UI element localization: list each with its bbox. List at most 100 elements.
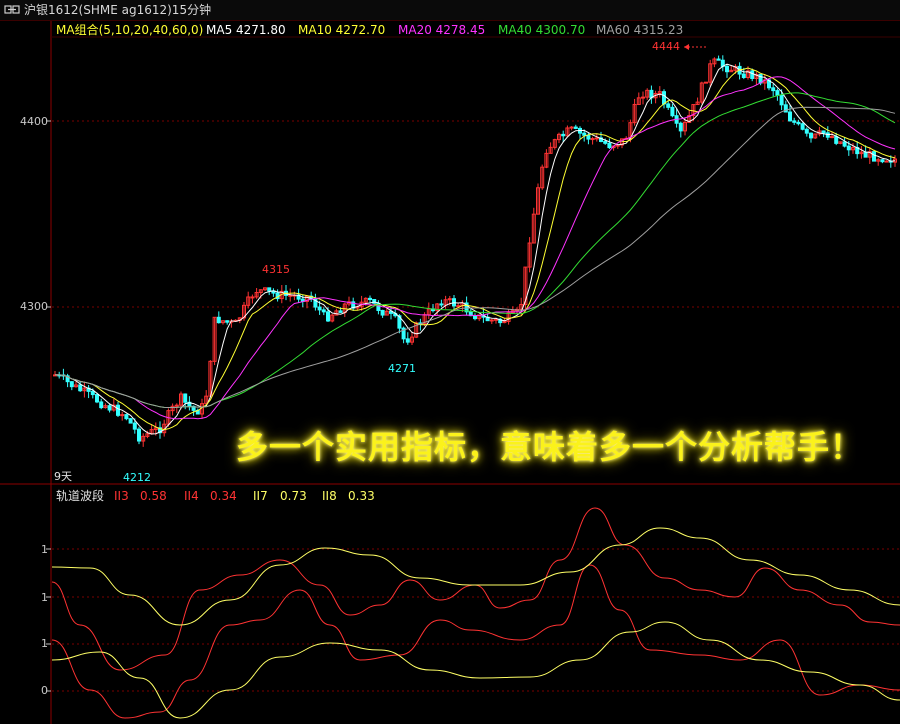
candle-body: [132, 422, 137, 430]
candle-body: [116, 404, 120, 416]
candle-body: [456, 305, 461, 308]
candle-body: [834, 136, 839, 144]
candle-body: [666, 103, 671, 108]
ma20-line: [55, 76, 896, 420]
candle-body: [137, 428, 141, 442]
candle-body: [741, 73, 746, 78]
candle-body: [90, 390, 95, 396]
candle-body: [78, 384, 83, 392]
candlestick-chart[interactable]: [0, 0, 900, 724]
candle-body: [267, 287, 272, 292]
candle-body: [288, 294, 293, 297]
candle-body: [842, 141, 847, 147]
candle-body: [725, 65, 729, 73]
candle-body: [321, 309, 326, 313]
ii4-curve: [51, 564, 900, 719]
ii7-value: 0.73: [280, 489, 307, 503]
ma20-label: MA20 4278.45: [398, 23, 486, 37]
candle-body: [95, 394, 99, 403]
ii8-curve: [51, 621, 900, 719]
candle-body: [338, 310, 343, 313]
high-price-marker: 4444: [652, 40, 680, 53]
candle-body: [846, 145, 851, 151]
ma60-line: [55, 106, 896, 408]
ii4-label: II4: [184, 489, 199, 503]
candle-body: [494, 318, 498, 321]
candle-body: [872, 151, 876, 162]
candle-body: [779, 94, 784, 106]
ma5-label: MA5 4271.80: [206, 23, 286, 37]
candle-body: [326, 311, 330, 322]
ii7-label: II7: [253, 489, 268, 503]
candle-body: [662, 91, 666, 105]
candle-body: [582, 132, 587, 136]
candle-body: [439, 303, 444, 306]
indicator-name: 轨道波段: [56, 489, 105, 503]
candle-body: [473, 315, 477, 320]
candle-body: [884, 160, 889, 163]
candle-body: [750, 70, 755, 79]
indicator-axis-label-3: 1: [41, 637, 48, 650]
ii7-curve: [51, 527, 900, 626]
candle-body: [99, 401, 104, 409]
candle-body: [821, 130, 826, 134]
candle-body: [128, 418, 133, 424]
candle-body: [771, 87, 776, 92]
candle-body: [120, 414, 125, 417]
candle-body: [830, 136, 834, 139]
candle-body: [788, 111, 792, 122]
candle-body: [183, 393, 188, 403]
candle-body: [317, 306, 322, 311]
high-arrow-head: [684, 44, 689, 50]
ma40-label: MA40 4300.70: [498, 23, 586, 37]
ii3-label: II3: [114, 489, 129, 503]
price-label-lower: 4300: [20, 300, 48, 313]
ma5-line: [55, 63, 896, 435]
low-price-marker: 4212: [123, 471, 151, 484]
candle-body: [107, 405, 112, 411]
candle-body: [804, 128, 809, 134]
candle-body: [678, 122, 683, 132]
candle-body: [225, 320, 230, 323]
candle-body: [573, 126, 578, 129]
candle-body: [594, 137, 599, 140]
indicator-axis-label-4: 0: [41, 684, 48, 697]
ii3-value: 0.58: [140, 489, 167, 503]
price-label-upper: 4400: [20, 115, 48, 128]
local-high-marker: 4315: [262, 263, 290, 276]
candle-body: [775, 90, 780, 96]
candle-body: [216, 316, 221, 324]
ii4-value: 0.34: [210, 489, 237, 503]
ii3-curve: [51, 507, 900, 671]
candle-body: [704, 81, 708, 84]
candle-body: [670, 106, 675, 117]
candle-body: [800, 123, 805, 130]
ii8-label: II8: [322, 489, 337, 503]
candle-body: [405, 338, 410, 343]
candle-body: [561, 133, 566, 137]
candle-body: [69, 381, 74, 388]
candle-body: [716, 58, 721, 61]
candle-body: [880, 159, 885, 163]
candle-body: [489, 319, 494, 322]
candle-body: [124, 414, 129, 420]
promo-overlay-text: 多一个实用指标，意味着多一个分析帮手！: [236, 428, 864, 466]
indicator-axis-label-2: 1: [41, 591, 48, 604]
candle-body: [607, 142, 612, 149]
ma-group-label: MA组合(5,10,20,40,60,0): [56, 23, 204, 37]
candle-body: [590, 138, 595, 141]
ma10-label: MA10 4272.70: [298, 23, 386, 37]
candle-body: [603, 140, 608, 144]
indicator-axis-label-1: 1: [41, 543, 48, 556]
candle-body: [368, 297, 372, 301]
ma40-line: [55, 92, 896, 408]
candle-body: [792, 120, 797, 123]
ii8-value: 0.33: [348, 489, 375, 503]
candle-body: [863, 151, 868, 158]
chart-window: 沪银1612(SHME ag1612)15分钟 MA组合(5,10,20,40,…: [0, 0, 900, 724]
ma60-label: MA60 4315.23: [596, 23, 684, 37]
candle-body: [809, 132, 813, 139]
candle-body: [796, 121, 801, 125]
local-low-marker: 4271: [388, 362, 416, 375]
period-days-label: 9天: [54, 470, 72, 483]
